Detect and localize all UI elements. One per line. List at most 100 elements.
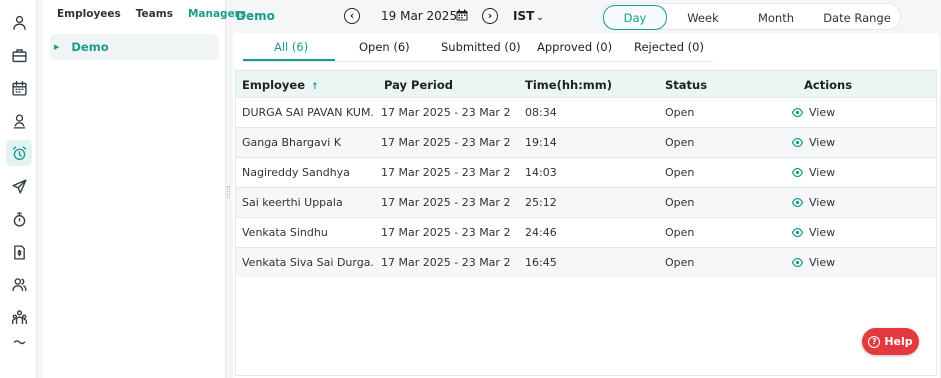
tree-node-label: Demo: [71, 40, 109, 54]
next-date-button[interactable]: ›: [482, 8, 498, 24]
user-icon[interactable]: [6, 9, 32, 35]
team-icon[interactable]: [6, 304, 32, 330]
tab-rejected[interactable]: Rejected (0): [634, 40, 704, 54]
cell-status: Open: [665, 196, 695, 209]
view-button[interactable]: View: [792, 166, 835, 179]
tree-node-demo[interactable]: ▶ Demo: [50, 34, 219, 60]
view-button[interactable]: View: [792, 106, 835, 119]
eye-icon: [792, 108, 803, 117]
current-date: 19 Mar 2025: [381, 9, 458, 23]
col-status: Status: [665, 78, 708, 92]
view-label: View: [809, 256, 836, 269]
cell-time: 08:34: [525, 106, 557, 119]
eye-icon: [792, 198, 803, 207]
col-employee[interactable]: Employee ↑: [242, 78, 319, 92]
range-month[interactable]: Month: [750, 8, 802, 27]
cell-period: 17 Mar 2025 - 23 Mar 20...: [381, 106, 511, 119]
document-dollar-icon[interactable]: [6, 239, 32, 265]
view-button[interactable]: View: [792, 256, 835, 269]
app-root: Employees Teams Managers ▶ Demo Demo ‹ 1…: [0, 0, 941, 378]
help-icon: ?: [868, 335, 881, 348]
range-date-range[interactable]: Date Range: [820, 8, 894, 27]
alarm-clock-icon[interactable]: [6, 140, 32, 166]
person-icon[interactable]: [6, 108, 32, 134]
eye-icon: [792, 138, 803, 147]
table-row[interactable]: Venkata Sindhu 17 Mar 2025 - 23 Mar 20..…: [236, 217, 936, 247]
cell-period: 17 Mar 2025 - 23 Mar 20...: [381, 196, 511, 209]
timezone-select[interactable]: IST ⌄: [513, 9, 544, 23]
view-label: View: [809, 136, 836, 149]
view-label: View: [809, 196, 836, 209]
briefcase-icon[interactable]: [6, 42, 32, 68]
col-pay-period: Pay Period: [384, 78, 453, 92]
tab-teams[interactable]: Teams: [136, 8, 173, 28]
cell-period: 17 Mar 2025 - 23 Mar 20...: [381, 136, 511, 149]
calendar-picker-icon[interactable]: [456, 9, 468, 21]
chevron-down-icon: ⌄: [536, 13, 544, 23]
cell-employee: Venkata Sindhu: [242, 226, 328, 239]
icon-rail: [0, 0, 37, 378]
range-switcher: Day Week Month Date Range: [601, 3, 901, 30]
org-title: Demo: [236, 9, 275, 23]
caret-right-icon[interactable]: ▶: [54, 43, 59, 51]
cell-time: 14:03: [525, 166, 557, 179]
help-button[interactable]: ? Help: [862, 328, 919, 355]
prev-date-button[interactable]: ‹: [344, 8, 360, 24]
send-icon[interactable]: [6, 173, 32, 199]
cell-period: 17 Mar 2025 - 23 Mar 20...: [381, 226, 511, 239]
eye-icon: [792, 168, 803, 177]
help-label: Help: [884, 335, 913, 348]
calendar-icon[interactable]: [6, 75, 32, 101]
table-row[interactable]: Sai keerthi Uppala 17 Mar 2025 - 23 Mar …: [236, 187, 936, 217]
cell-status: Open: [665, 166, 695, 179]
tree-panel: Employees Teams Managers ▶ Demo: [43, 0, 246, 378]
table-body: DURGA SAI PAVAN KUM... 17 Mar 2025 - 23 …: [235, 97, 937, 376]
view-button[interactable]: View: [792, 226, 835, 239]
cell-period: 17 Mar 2025 - 23 Mar 20...: [381, 256, 511, 269]
cell-employee: Nagireddy Sandhya: [242, 166, 350, 179]
tab-approved[interactable]: Approved (0): [537, 40, 612, 54]
table-row[interactable]: Ganga Bhargavi K 17 Mar 2025 - 23 Mar 20…: [236, 127, 936, 157]
tree-tabs: Employees Teams Managers: [43, 0, 246, 28]
table-row[interactable]: DURGA SAI PAVAN KUM... 17 Mar 2025 - 23 …: [236, 97, 936, 127]
tab-submitted[interactable]: Submitted (0): [441, 40, 521, 54]
tab-employees[interactable]: Employees: [57, 8, 121, 28]
cell-employee: Venkata Siva Sai Durga...: [242, 256, 374, 269]
col-employee-label: Employee: [242, 78, 306, 92]
timesheet-table: Employee ↑ Pay Period Time(hh:mm) Status …: [235, 70, 937, 376]
panel-resize-handle[interactable]: [227, 186, 230, 198]
view-label: View: [809, 226, 836, 239]
view-label: View: [809, 106, 836, 119]
eye-icon: [792, 258, 803, 267]
sort-asc-icon[interactable]: ↑: [311, 82, 319, 92]
chevron-left-icon: ‹: [349, 9, 355, 22]
cell-time: 24:46: [525, 226, 557, 239]
table-header: Employee ↑ Pay Period Time(hh:mm) Status …: [235, 70, 937, 97]
main-panel: All (6) Open (6) Submitted (0) Approved …: [233, 33, 939, 378]
more-icon[interactable]: [6, 335, 32, 345]
cell-time: 25:12: [525, 196, 557, 209]
tab-open[interactable]: Open (6): [359, 40, 410, 54]
cell-status: Open: [665, 256, 695, 269]
cell-time: 19:14: [525, 136, 557, 149]
tab-all[interactable]: All (6): [274, 40, 308, 54]
range-day[interactable]: Day: [603, 5, 667, 30]
col-actions: Actions: [804, 78, 853, 92]
view-button[interactable]: View: [792, 196, 835, 209]
table-row[interactable]: Nagireddy Sandhya 17 Mar 2025 - 23 Mar 2…: [236, 157, 936, 187]
cell-employee: Sai keerthi Uppala: [242, 196, 343, 209]
cell-period: 17 Mar 2025 - 23 Mar 20...: [381, 166, 511, 179]
cell-status: Open: [665, 106, 695, 119]
eye-icon: [792, 228, 803, 237]
table-row[interactable]: Venkata Siva Sai Durga... 17 Mar 2025 - …: [236, 247, 936, 277]
cell-employee: Ganga Bhargavi K: [242, 136, 342, 149]
cell-status: Open: [665, 136, 695, 149]
users-icon[interactable]: [6, 271, 32, 297]
active-tab-indicator: [243, 59, 335, 61]
stopwatch-icon[interactable]: [6, 206, 32, 232]
col-time: Time(hh:mm): [525, 78, 613, 92]
view-button[interactable]: View: [792, 136, 835, 149]
cell-employee: DURGA SAI PAVAN KUM...: [242, 106, 374, 119]
range-week[interactable]: Week: [678, 8, 728, 27]
cell-time: 16:45: [525, 256, 557, 269]
